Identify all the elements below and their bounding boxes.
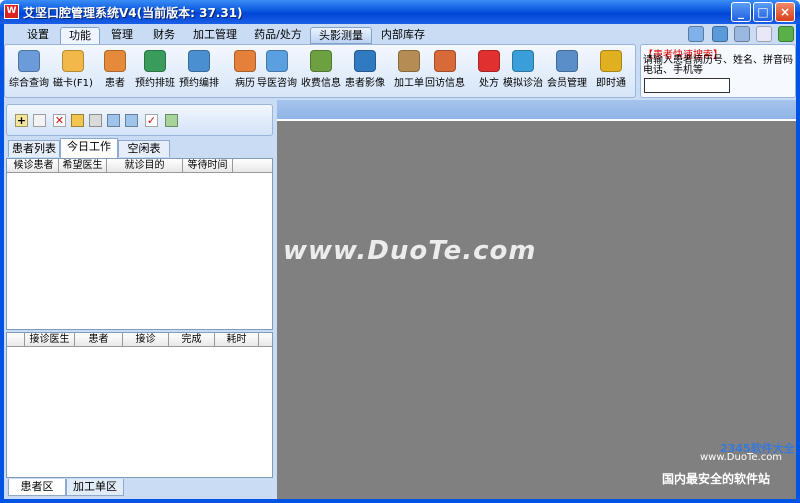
tab-management[interactable]: 管理 (102, 27, 142, 44)
help-icon[interactable] (778, 26, 794, 42)
tab-cephalometric[interactable]: 头影测量 (310, 27, 372, 44)
tab-patient-area[interactable]: 患者区 (8, 479, 66, 496)
col-duration[interactable]: 耗时 (215, 333, 259, 347)
tool-label: 预约排班 (135, 78, 175, 89)
open-icon[interactable] (71, 114, 84, 127)
app-logo-icon: W (4, 4, 19, 19)
chat-icon (600, 50, 622, 72)
tool-label: 预约编排 (179, 78, 219, 89)
tool-card-button[interactable]: 磁卡(F1) (52, 46, 94, 89)
tool-label: 即时通 (596, 78, 626, 89)
col-preferred-doctor[interactable]: 希望医生 (59, 159, 107, 173)
col-attending-doctor[interactable]: 接诊医生 (25, 333, 75, 347)
schedule-icon (144, 50, 166, 72)
network-icon[interactable] (712, 26, 728, 42)
tab-work-order-area[interactable]: 加工单区 (66, 479, 124, 496)
tab-inventory[interactable]: 内部库存 (372, 27, 434, 44)
col-waiting-patient[interactable]: 候诊患者 (9, 159, 59, 173)
tab-functions[interactable]: 功能 (60, 27, 100, 44)
tab-settings[interactable]: 设置 (18, 27, 58, 44)
message-icon[interactable] (756, 26, 772, 42)
patient-toolbar: + ✕ ✓ (6, 104, 273, 136)
record-icon (234, 50, 256, 72)
delete-icon[interactable]: ✕ (53, 114, 66, 127)
tool-simulate-button[interactable]: 模拟诊治 (502, 46, 544, 89)
tool-label: 导医咨询 (257, 78, 297, 89)
tool-guide-button[interactable]: 导医咨询 (256, 46, 298, 89)
title-bar[interactable]: W 艾坚口腔管理系统V4(当前版本: 37.31) _ □ × (0, 0, 800, 24)
top-right-icons (684, 26, 796, 42)
col-waiting-time[interactable]: 等待时间 (183, 159, 233, 173)
maximize-button[interactable]: □ (753, 2, 773, 22)
member-card-icon (556, 50, 578, 72)
tool-schedule-button[interactable]: 预约排班 (134, 46, 176, 89)
tab-patient-list[interactable]: 患者列表 (8, 140, 60, 157)
cash-icon (310, 50, 332, 72)
tab-processing[interactable]: 加工管理 (184, 27, 246, 44)
magnifier-icon (18, 50, 40, 72)
patient-icon (104, 50, 126, 72)
copy-icon[interactable] (33, 114, 46, 127)
tool-label: 综合查询 (9, 78, 49, 89)
tool-label: 会员管理 (547, 78, 587, 89)
col-visit-purpose[interactable]: 就诊目的 (107, 159, 183, 173)
new-icon[interactable]: + (15, 114, 28, 127)
window-title: 艾坚口腔管理系统V4(当前版本: 37.31) (23, 6, 243, 20)
minimize-button[interactable]: _ (731, 2, 751, 22)
col-reception[interactable]: 接诊 (123, 333, 169, 347)
confirm-icon[interactable]: ✓ (145, 114, 158, 127)
tool-appointment-button[interactable]: 预约编排 (178, 46, 220, 89)
guide-icon (266, 50, 288, 72)
waiting-patients-table[interactable]: 候诊患者 希望医生 就诊目的 等待时间 (6, 158, 273, 330)
menu-tabs: 设置 功能 管理 财务 加工管理 药品/处方 头影测量 内部库存 (4, 24, 796, 44)
export-icon[interactable] (165, 114, 178, 127)
tool-label: 回访信息 (425, 78, 465, 89)
tool-label: 模拟诊治 (503, 78, 543, 89)
workspace-header (277, 100, 796, 119)
tool-chat-button[interactable]: 即时通 (590, 46, 632, 89)
col-row-marker (7, 333, 25, 347)
tool-label: 磁卡(F1) (53, 78, 93, 89)
quick-search-hint: 请输入患者病历号、姓名、拼音码电话、手机等 (643, 55, 793, 76)
house-icon (434, 50, 456, 72)
appointment-icon (188, 50, 210, 72)
tab-today-work[interactable]: 今日工作 (60, 138, 118, 158)
watermark-text: www.DuoTe.com (283, 236, 537, 266)
import-icon[interactable] (107, 114, 120, 127)
edit-icon[interactable] (89, 114, 102, 127)
tool-member-card-button[interactable]: 会员管理 (546, 46, 588, 89)
col-patient[interactable]: 患者 (75, 333, 123, 347)
card-icon (62, 50, 84, 72)
tab-pharmacy[interactable]: 药品/处方 (248, 27, 308, 44)
tab-finance[interactable]: 财务 (144, 27, 184, 44)
image-icon (354, 50, 376, 72)
search-icon[interactable] (688, 26, 704, 42)
waiting-table-header: 候诊患者 希望医生 就诊目的 等待时间 (7, 159, 272, 173)
patient-sub-tabs: 患者列表 今日工作 空闲表 (6, 138, 273, 158)
tool-patient-button[interactable]: 患者 (94, 46, 136, 89)
tool-cash-button[interactable]: 收费信息 (300, 46, 342, 89)
tool-label: 患者影像 (345, 78, 385, 89)
close-button[interactable]: × (775, 2, 795, 22)
quick-search-panel: 【患者快速搜索】 请输入患者病历号、姓名、拼音码电话、手机等 (640, 44, 796, 98)
tool-image-button[interactable]: 患者影像 (344, 46, 386, 89)
col-complete[interactable]: 完成 (169, 333, 215, 347)
window-icon[interactable] (734, 26, 750, 42)
simulate-icon (512, 50, 534, 72)
visits-table[interactable]: 接诊医生 患者 接诊 完成 耗时 (6, 332, 273, 478)
watermark-url: www.DuoTe.com (700, 452, 783, 463)
tab-free-schedule[interactable]: 空闲表 (118, 140, 170, 157)
watermark-slogan: 国内最安全的软件站 (662, 472, 771, 486)
prescription-icon (478, 50, 500, 72)
tool-label: 患者 (105, 78, 125, 89)
main-workspace[interactable] (277, 119, 796, 499)
visits-table-header: 接诊医生 患者 接诊 完成 耗时 (7, 333, 272, 347)
quick-search-input[interactable] (644, 78, 730, 93)
tool-magnifier-button[interactable]: 综合查询 (8, 46, 50, 89)
tool-label: 收费信息 (301, 78, 341, 89)
bottom-tabs: 患者区 加工单区 (4, 479, 274, 499)
back-icon[interactable] (125, 114, 138, 127)
work-order-icon (398, 50, 420, 72)
tool-house-button[interactable]: 回访信息 (424, 46, 466, 89)
